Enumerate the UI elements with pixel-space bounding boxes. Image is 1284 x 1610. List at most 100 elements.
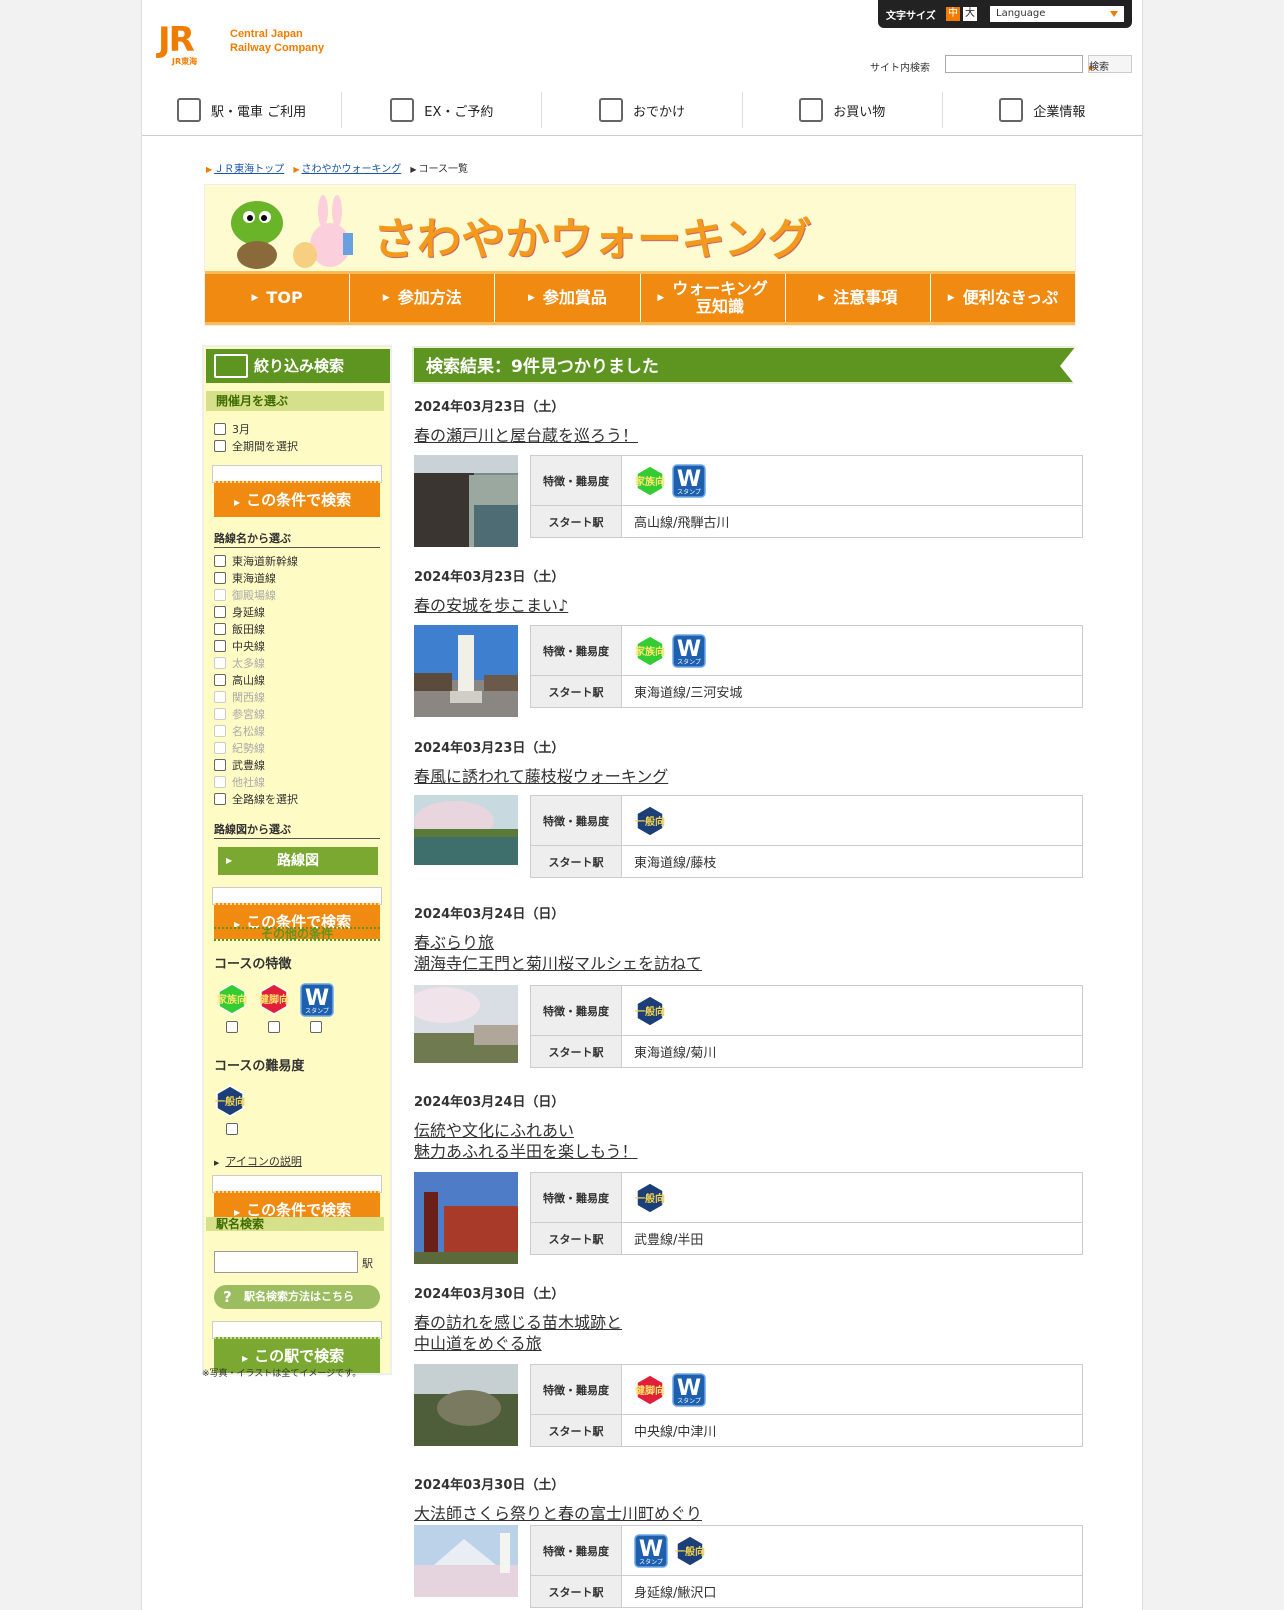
station-name-input[interactable]	[214, 1251, 358, 1273]
icon-help-link[interactable]: ▶ アイコンの説明	[214, 1153, 302, 1169]
svg-text:家族向: 家族向	[217, 993, 247, 1006]
subnav-walking-tips[interactable]: ▶ ウォーキング 豆知識	[641, 274, 786, 322]
stamp-badge-icon: W スタンプ	[672, 1372, 706, 1407]
subnav-top[interactable]: ▶ TOP	[205, 274, 351, 322]
line-checkbox-3[interactable]: 身延線	[214, 606, 265, 620]
result-title-link[interactable]: 大法師さくら祭りと春の富士川町めぐり	[414, 1503, 702, 1524]
line-label: 関西線	[232, 691, 265, 704]
result-title-link[interactable]: 春風に誘われて藤枝桜ウォーキング	[414, 766, 668, 787]
month-checkbox-march[interactable]: 3月	[214, 423, 250, 437]
triangle-icon: ▶	[818, 293, 826, 303]
station-help-button[interactable]: ? 駅名検索方法はこちら	[214, 1285, 380, 1309]
feature-value: 家族向 W スタンプ	[622, 626, 1082, 675]
svg-text:一般向: 一般向	[635, 1192, 665, 1205]
subnav-tickets[interactable]: ▶ 便利なきっぷ	[931, 274, 1075, 322]
feature-key: 特徴・難易度	[531, 1173, 622, 1222]
breadcrumb-walking-link[interactable]: さわやかウォーキング	[302, 164, 402, 175]
line-checkbox-4[interactable]: 飯田線	[214, 623, 265, 637]
breadcrumb-current: コース一覧	[418, 164, 469, 175]
result-title-link[interactable]: 春の瀬戸川と屋台蔵を巡ろう！	[414, 425, 638, 446]
result-photo[interactable]	[414, 1364, 518, 1446]
gnav-corporate[interactable]: 企業情報	[943, 92, 1142, 128]
family-badge-icon: 家族向	[634, 634, 666, 667]
line-checkbox-12[interactable]: 武豊線	[214, 759, 265, 773]
font-size-medium-button[interactable]: 中	[946, 7, 960, 21]
stamp-badge-icon: W スタンプ	[300, 983, 334, 1017]
result-photo[interactable]	[414, 1525, 518, 1597]
line-label: 東海道新幹線	[232, 555, 298, 568]
jr-logo-icon: JR	[158, 20, 195, 60]
arrow-icon: ▶	[206, 165, 213, 174]
result-date: 2024年03月24日（日）	[414, 1095, 565, 1110]
start-station: 武豊線/半田	[634, 1233, 704, 1248]
month-checkbox-all[interactable]: 全期間を選択	[214, 440, 298, 454]
difficulty-checkbox-general[interactable]	[226, 1123, 238, 1135]
svg-text:健脚向: 健脚向	[259, 993, 289, 1006]
result-title-link[interactable]: 伝統や文化にふれあい 魅力あふれる半田を楽しもう！	[414, 1120, 638, 1162]
result-photo[interactable]	[414, 1172, 518, 1264]
gnav-ex-reserve[interactable]: EX・ご予約	[342, 92, 543, 128]
line-checkbox-11: 紀勢線	[214, 742, 265, 756]
result-date: 2024年03月30日（土）	[414, 1478, 565, 1493]
search-condition-button-1[interactable]: ▶ この条件で検索	[214, 481, 380, 517]
shopping-bag-icon	[799, 98, 824, 122]
svg-text:一般向: 一般向	[635, 815, 665, 828]
gnav-outing[interactable]: おでかけ	[542, 92, 743, 128]
line-checkbox-5[interactable]: 中央線	[214, 640, 265, 654]
gnav-station[interactable]: 駅・電車 ご利用	[142, 92, 343, 128]
feature-value: 健脚向 W スタンプ	[622, 1365, 1082, 1414]
site-search-button[interactable]: ▶ 検索	[1088, 55, 1132, 73]
result-title-link[interactable]: 春ぶらり旅 潮海寺仁王門と菊川桜マルシェを訪ねて	[414, 932, 702, 974]
subnav-prizes[interactable]: ▶ 参加賞品	[495, 274, 641, 322]
gnav-shopping[interactable]: お買い物	[743, 92, 943, 128]
global-nav: 駅・電車 ご利用 EX・ご予約 おでかけ お買い物 企業情報	[142, 92, 1142, 136]
line-checkbox-0[interactable]: 東海道新幹線	[214, 555, 298, 569]
line-checkbox-7[interactable]: 高山線	[214, 674, 265, 688]
stamp-badge-icon: W スタンプ	[634, 1533, 668, 1568]
result-title-link[interactable]: 春の訪れを感じる苗木城跡と 中山道をめぐる旅	[414, 1312, 622, 1354]
result-info-table: 特徴・難易度 家族向 W スタンプ スタート駅 高山線/飛騨古川	[530, 455, 1083, 538]
result-photo[interactable]	[414, 795, 518, 865]
breadcrumb-top-link[interactable]: ＪＲ東海トップ	[214, 164, 284, 175]
strong-legs-badge-icon: 健脚向	[258, 983, 290, 1015]
result-photo[interactable]	[408, 985, 518, 1063]
svg-text:家族向: 家族向	[635, 475, 665, 488]
site-search-input[interactable]	[945, 55, 1083, 73]
feature-checkbox-stamp[interactable]	[310, 1021, 322, 1033]
start-station: 高山線/飛騨古川	[634, 516, 730, 531]
feature-checkbox-strong[interactable]	[268, 1021, 280, 1033]
line-label: 太多線	[232, 657, 265, 670]
line-heading: 路線名から選ぶ	[214, 530, 380, 548]
font-size-label: 文字サイズ	[886, 11, 936, 22]
magnifier-icon	[214, 354, 248, 378]
ticket-icon	[390, 98, 415, 122]
language-select[interactable]: Language	[990, 6, 1124, 22]
triangle-icon: ▶	[242, 1354, 249, 1363]
feature-checkbox-family[interactable]	[226, 1021, 238, 1033]
site-search-label: サイト内検索	[870, 63, 930, 74]
line-checkbox-1[interactable]: 東海道線	[214, 572, 276, 586]
difficulty-heading: コースの難易度	[214, 1059, 305, 1074]
question-icon: ?	[223, 1288, 232, 1306]
result-info-table: 特徴・難易度 一般向 スタート駅 東海道線/藤枝	[530, 795, 1083, 878]
font-size-large-button[interactable]: 大	[963, 7, 977, 21]
building-icon	[999, 98, 1024, 122]
feature-value: 一般向	[622, 986, 1082, 1035]
subnav-how-to-join[interactable]: ▶ 参加方法	[350, 274, 496, 322]
station-search-band: 駅名検索	[206, 1217, 384, 1231]
result-title-link[interactable]: 春の安城を歩こまい♪	[414, 595, 568, 616]
result-photo[interactable]	[414, 625, 518, 717]
month-band: 開催月を選ぶ	[206, 391, 384, 411]
chevron-down-icon	[1110, 11, 1118, 17]
general-badge-icon: 一般向	[634, 994, 666, 1027]
line-checkbox-14[interactable]: 全路線を選択	[214, 793, 298, 807]
result-photo[interactable]	[414, 455, 518, 547]
subnav-cautions[interactable]: ▶ 注意事項	[786, 274, 931, 322]
route-map-button[interactable]: ▶ 路線図	[218, 847, 378, 875]
triangle-icon: ▶	[234, 1208, 241, 1217]
triangle-icon: ▶	[382, 293, 390, 303]
jr-central-logo[interactable]: JR JR東海 Central Japan Railway Company	[158, 20, 348, 70]
start-station: 身延線/鰍沢口	[634, 1586, 717, 1601]
result-info-table: 特徴・難易度 家族向 W スタンプ スタート駅 東海道線/三河安城	[530, 625, 1083, 708]
svg-text:家族向: 家族向	[635, 645, 665, 658]
